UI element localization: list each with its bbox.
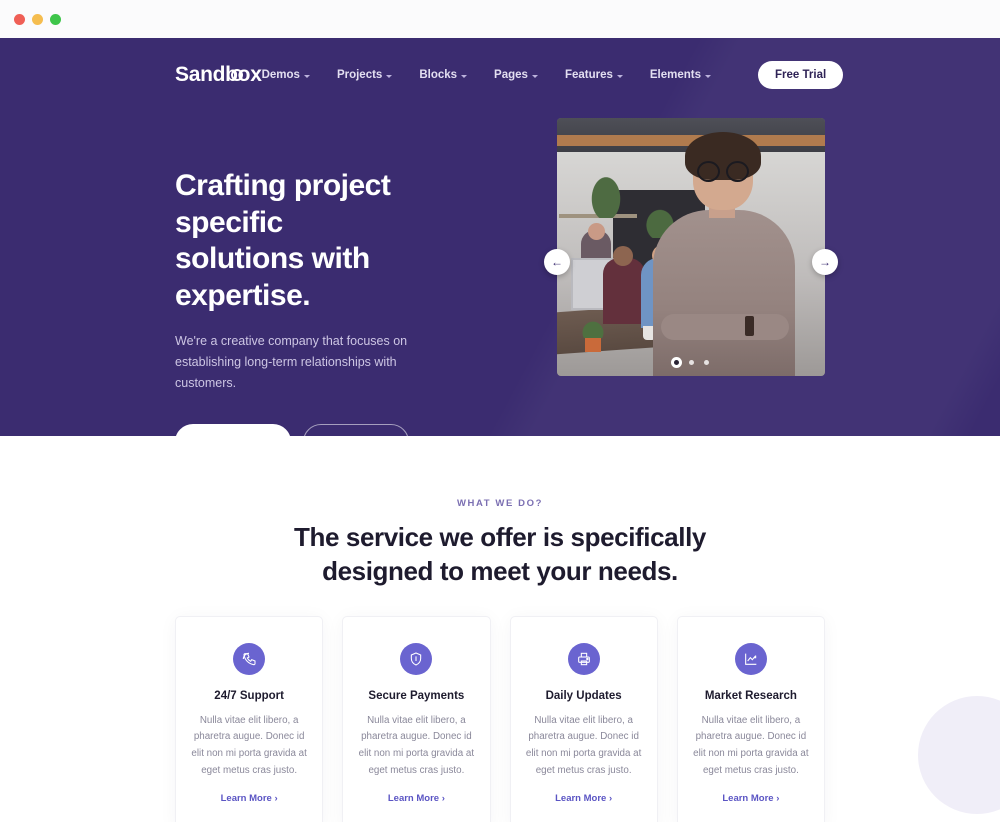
services-section: WHAT WE DO? The service we offer is spec… (0, 436, 1000, 822)
nav-item-demos[interactable]: Demos (262, 69, 310, 81)
chevron-down-icon (303, 74, 310, 78)
window-maximize-button[interactable] (50, 13, 61, 25)
explore-now-button[interactable]: Explore Now (175, 424, 291, 436)
site-logo[interactable]: Sandbox (175, 63, 262, 87)
nav-item-label: Projects (336, 69, 383, 81)
window-minimize-button[interactable] (32, 13, 43, 25)
service-card[interactable]: Market Research Nulla vitae elit libero,… (676, 615, 825, 822)
shield-icon (400, 642, 433, 675)
carousel-dot-1[interactable] (673, 360, 679, 365)
service-card-title: Daily Updates (545, 689, 622, 702)
services-header: WHAT WE DO? The service we offer is spec… (0, 436, 1000, 589)
service-card[interactable]: 24/7 Support Nulla vitae elit libero, a … (175, 615, 324, 822)
chart-icon (734, 642, 767, 675)
carousel-dot-2[interactable] (688, 360, 694, 365)
nav-item-label: Features (564, 69, 613, 81)
nav-menu: Demos Projects Blocks Pages Features Ele… (262, 61, 844, 89)
hero-copy: Crafting project specific solutions with… (175, 146, 475, 436)
chevron-down-icon (461, 74, 468, 78)
learn-more-link[interactable]: Learn More › (388, 793, 445, 804)
hero-carousel: ← → (544, 118, 838, 436)
logo-ring-icon (231, 69, 243, 81)
chevron-down-icon (616, 74, 623, 78)
learn-more-link[interactable]: Learn More › (555, 793, 612, 804)
learn-more-link[interactable]: Learn More › (221, 793, 278, 804)
chevron-down-icon (531, 74, 538, 78)
window-close-button[interactable] (14, 13, 25, 25)
main-navigation: Sandbox Demos Projects Blocks Pages Feat… (0, 52, 1000, 98)
hero-title-line-1: Crafting project specific (175, 169, 391, 239)
hero-subtitle: We're a creative company that focuses on… (175, 334, 408, 390)
printer-icon (567, 642, 600, 675)
carousel-slide (557, 118, 825, 376)
service-card-text: Nulla vitae elit libero, a pharetra augu… (358, 714, 475, 777)
nav-item-label: Demos (261, 69, 300, 81)
carousel-prev-arrow-icon[interactable]: ← (544, 249, 570, 275)
carousel-dot-3[interactable] (703, 360, 709, 365)
chevron-down-icon (386, 74, 393, 78)
carousel-next-arrow-icon[interactable]: → (812, 249, 838, 275)
phone-support-icon (233, 642, 266, 675)
nav-item-pages[interactable]: Pages (494, 69, 538, 81)
hero-button-group: Explore Now Contact Us (175, 424, 475, 436)
service-card-list: 24/7 Support Nulla vitae elit libero, a … (0, 615, 1000, 822)
nav-item-elements[interactable]: Elements (649, 69, 712, 81)
carousel-dots (557, 360, 825, 365)
nav-item-projects[interactable]: Projects (336, 69, 393, 81)
services-title-line-2: designed to meet your needs. (322, 556, 678, 587)
hero-section: Sandbox Demos Projects Blocks Pages Feat… (0, 38, 1000, 436)
chevron-down-icon (705, 74, 712, 78)
services-title-line-1: The service we offer is specifically (294, 522, 706, 552)
free-trial-button[interactable]: Free Trial (758, 61, 844, 89)
contact-us-button[interactable]: Contact Us (302, 424, 410, 436)
nav-item-label: Elements (649, 69, 702, 81)
service-card[interactable]: Secure Payments Nulla vitae elit libero,… (342, 615, 491, 822)
hero-photo (557, 118, 825, 376)
hero-title-line-2: solutions with expertise. (175, 242, 370, 312)
hero-title: Crafting project specific solutions with… (175, 168, 475, 314)
service-card-text: Nulla vitae elit libero, a pharetra augu… (191, 714, 307, 777)
service-card-text: Nulla vitae elit libero, a pharetra augu… (525, 714, 642, 777)
nav-item-label: Blocks (419, 69, 458, 81)
service-card-title: Secure Payments (368, 689, 465, 702)
services-eyebrow: WHAT WE DO? (456, 498, 544, 509)
nav-item-features[interactable]: Features (565, 69, 623, 81)
service-card[interactable]: Daily Updates Nulla vitae elit libero, a… (509, 615, 658, 822)
service-card-title: 24/7 Support (214, 689, 284, 702)
services-title: The service we offer is specifically des… (0, 520, 1000, 589)
site-logo-text: Sandbox (175, 63, 262, 86)
service-card-title: Market Research (704, 689, 797, 702)
hero-body: Crafting project specific solutions with… (0, 98, 1000, 436)
nav-item-label: Pages (494, 69, 528, 81)
learn-more-link[interactable]: Learn More › (722, 793, 779, 804)
service-card-text: Nulla vitae elit libero, a pharetra augu… (693, 714, 809, 777)
nav-item-blocks[interactable]: Blocks (419, 69, 468, 81)
window-title-bar (0, 0, 1000, 38)
